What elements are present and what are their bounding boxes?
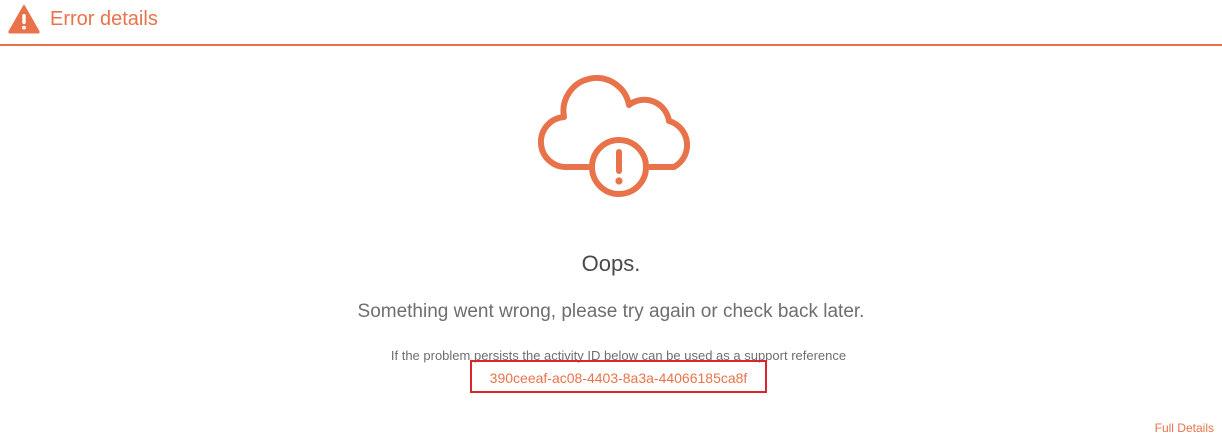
header-title: Error details: [50, 8, 158, 30]
full-details-link[interactable]: Full Details: [1155, 421, 1214, 435]
error-message: Something went wrong, please try again o…: [357, 301, 865, 322]
error-page: Error details Oops. Something went wrong…: [0, 0, 1222, 443]
cloud-error-icon: [538, 75, 691, 197]
error-header: Error details: [0, 0, 1222, 46]
error-heading: Oops.: [581, 251, 641, 276]
activity-id: 390ceeaf-ac08-4403-8a3a-44066185ca8f: [489, 370, 748, 386]
warning-triangle-icon: [8, 5, 40, 34]
